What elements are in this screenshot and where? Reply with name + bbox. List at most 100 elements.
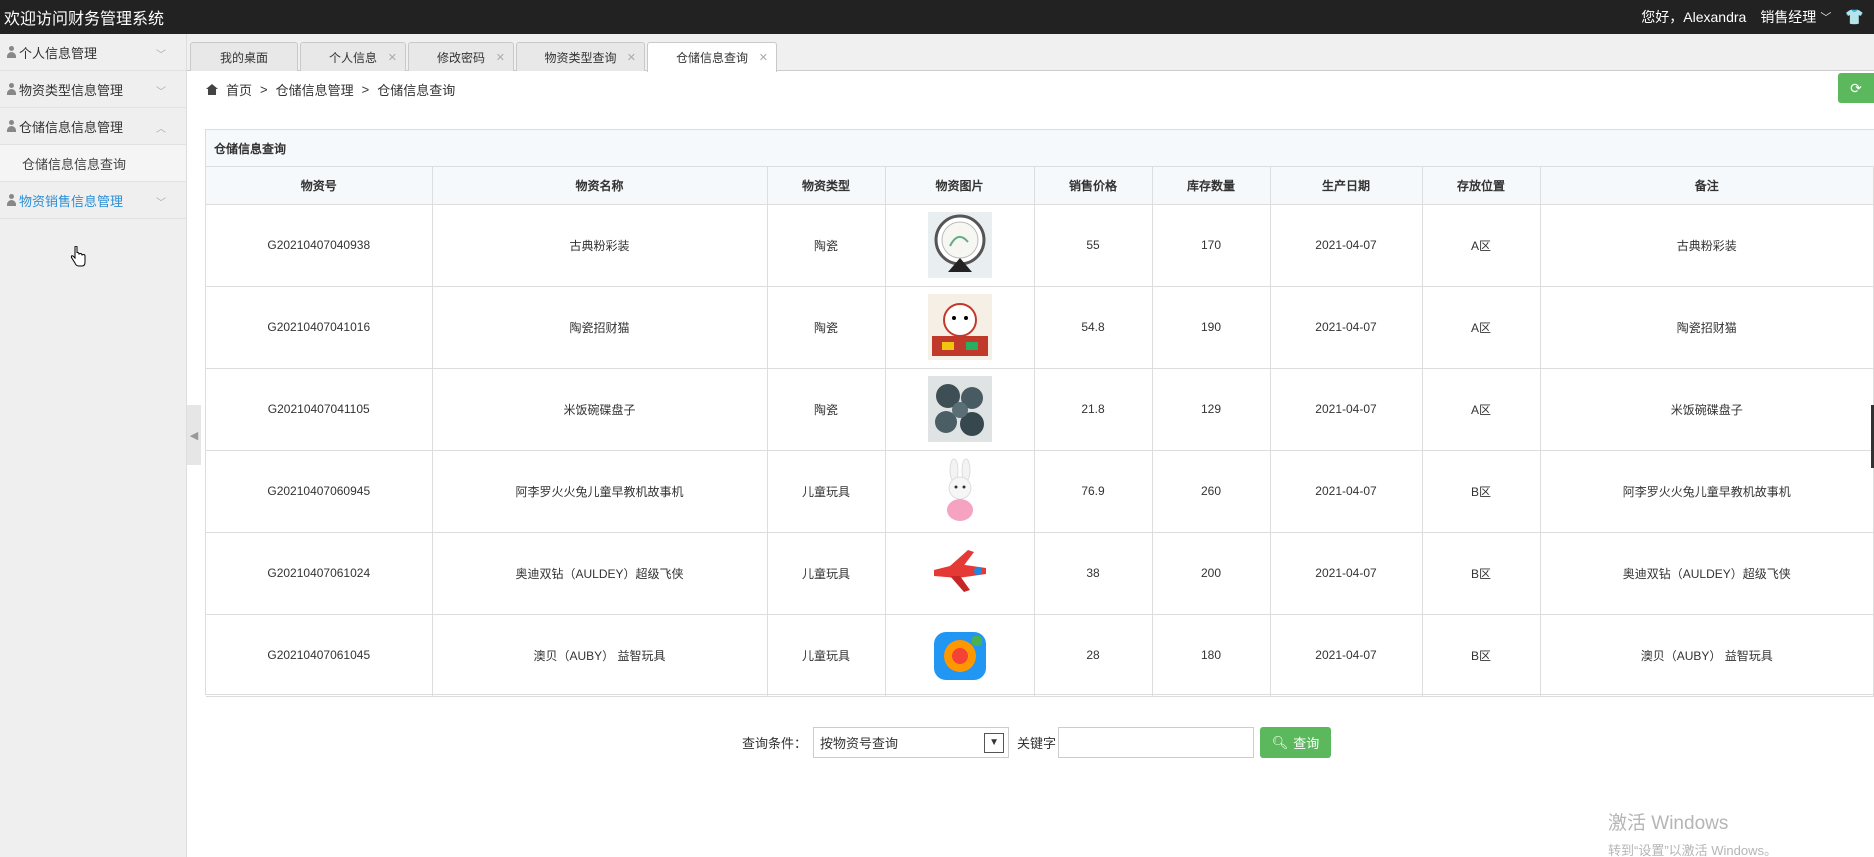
- cell-location: A区: [1421, 285, 1541, 369]
- bowls-thumbnail[interactable]: [927, 376, 992, 442]
- sidebar-item-storage[interactable]: 仓储信息信息管理 ︿: [0, 108, 186, 145]
- close-icon[interactable]: ✕: [388, 51, 397, 64]
- cell-price: 76.9: [1033, 449, 1153, 533]
- hand-cursor-icon: [70, 246, 86, 267]
- cell-id: G20210407041016: [206, 285, 433, 369]
- tab-label: 我的桌面: [219, 50, 268, 65]
- shirt-icon[interactable]: 👕: [1845, 8, 1864, 26]
- tab-storage-query[interactable]: 仓储信息查询 ✕: [647, 42, 777, 72]
- search-icon: 🔍︎: [1271, 734, 1289, 750]
- tab-desktop[interactable]: 我的桌面: [190, 42, 298, 71]
- cell-date: 2021-04-07: [1269, 367, 1423, 451]
- lucky-cat-thumbnail[interactable]: [927, 294, 992, 360]
- chevron-down-icon: ﹀: [156, 87, 166, 98]
- plate-thumbnail[interactable]: [927, 212, 992, 278]
- cell-date: 2021-04-07: [1269, 285, 1423, 369]
- column-header: 物资号: [206, 167, 433, 205]
- tab-label: 物资类型查询: [544, 50, 617, 65]
- tab-label: 个人信息: [328, 50, 377, 65]
- app-title: 欢迎访问财务管理系统: [4, 11, 165, 28]
- cell-id: G20210407061045: [206, 613, 433, 697]
- cell-name: 古典粉彩装: [431, 203, 768, 287]
- cell-note: 阿李罗火火兔儿童早教机故事机: [1539, 449, 1874, 533]
- cell-note: 米饭碗碟盘子: [1539, 367, 1874, 451]
- sidebar: 个人信息管理 ﹀ 物资类型信息管理 ﹀ 仓储信息信息管理 ︿ 仓储信息信息查询 …: [0, 34, 187, 857]
- home-icon: [206, 84, 218, 95]
- top-bar: 欢迎访问财务管理系统 您好，Alexandra 销售经理 ﹀ 👕: [0, 0, 1874, 34]
- refresh-icon: ⟳: [1850, 79, 1862, 96]
- tab-personal-info[interactable]: 个人信息 ✕: [300, 42, 406, 71]
- column-header: 物资类型: [766, 167, 886, 205]
- column-header: 备注: [1539, 167, 1874, 205]
- cell-note: 古典粉彩装: [1539, 203, 1874, 287]
- column-header: 生产日期: [1269, 167, 1423, 205]
- table-row: G20210407041105 米饭碗碟盘子 陶瓷 21.8 129 2021-…: [206, 367, 1874, 451]
- tab-change-password[interactable]: 修改密码 ✕: [408, 42, 514, 71]
- windows-activation-watermark: 激活 Windows 转到“设置”以激活 Windows。: [1608, 808, 1777, 857]
- cell-image: [884, 203, 1035, 287]
- column-header: 存放位置: [1421, 167, 1541, 205]
- close-icon[interactable]: ✕: [759, 51, 768, 64]
- user-icon: [6, 120, 17, 132]
- table-header-row: 物资号 物资名称 物资类型 物资图片 销售价格 库存数量 生产日期 存放位置 备…: [206, 167, 1874, 205]
- cell-note: 陶瓷招财猫: [1539, 285, 1874, 369]
- cell-stock: 170: [1151, 203, 1271, 287]
- sidebar-collapse-handle[interactable]: ◀: [187, 405, 201, 465]
- sidebar-item-label: 物资销售信息管理: [19, 193, 124, 209]
- puzzle-toy-thumbnail[interactable]: [927, 622, 992, 688]
- sidebar-item-label: 个人信息管理: [19, 45, 98, 61]
- cell-stock: 180: [1151, 613, 1271, 697]
- search-button[interactable]: 🔍︎ 查询: [1260, 727, 1332, 758]
- refresh-button[interactable]: ⟳: [1838, 73, 1874, 103]
- table-row: G20210407041016 陶瓷招财猫 陶瓷 54.8 190 2021-0…: [206, 285, 1874, 369]
- cell-name: 陶瓷招财猫: [431, 285, 768, 369]
- tab-material-type-query[interactable]: 物资类型查询 ✕: [516, 42, 645, 71]
- sidebar-item-material-type[interactable]: 物资类型信息管理 ﹀: [0, 71, 186, 108]
- cell-date: 2021-04-07: [1269, 449, 1423, 533]
- toy-plane-thumbnail[interactable]: [927, 540, 992, 606]
- cell-location: A区: [1421, 203, 1541, 287]
- storage-table: 物资号 物资名称 物资类型 物资图片 销售价格 库存数量 生产日期 存放位置 备…: [206, 167, 1874, 697]
- breadcrumb-level2: 仓储信息查询: [377, 83, 456, 98]
- cell-name: 米饭碗碟盘子: [431, 367, 768, 451]
- cell-type: 儿童玩具: [766, 449, 886, 533]
- panel-title: 仓储信息查询: [206, 130, 1874, 167]
- user-icon: [6, 83, 17, 95]
- rabbit-thumbnail[interactable]: [927, 458, 992, 524]
- breadcrumb-separator: >: [260, 82, 268, 97]
- cell-type: 儿童玩具: [766, 613, 886, 697]
- breadcrumb-separator: >: [361, 82, 370, 97]
- cell-id: G20210407061024: [206, 531, 433, 615]
- cell-image: [884, 531, 1035, 615]
- role-dropdown[interactable]: 销售经理 ﹀: [1760, 7, 1831, 27]
- column-header: 物资名称: [431, 167, 768, 205]
- close-icon[interactable]: ✕: [496, 51, 505, 64]
- keyword-label: 关键字: [1017, 736, 1057, 751]
- sidebar-subitem-storage-query[interactable]: 仓储信息信息查询: [0, 145, 186, 182]
- tab-label: 仓储信息查询: [675, 51, 748, 65]
- breadcrumb-level1[interactable]: 仓储信息管理: [276, 80, 354, 99]
- cell-price: 54.8: [1033, 285, 1153, 369]
- cell-type: 陶瓷: [766, 367, 886, 451]
- cell-name: 澳贝（AUBY） 益智玩具: [431, 613, 768, 697]
- close-icon[interactable]: ✕: [627, 51, 636, 64]
- cell-id: G20210407060945: [206, 449, 433, 533]
- keyword-input[interactable]: [1058, 727, 1255, 758]
- search-button-label: 查询: [1293, 736, 1320, 751]
- cell-image: [884, 367, 1035, 451]
- table-row: G20210407040938 古典粉彩装 陶瓷 55 170 2021-04-…: [206, 203, 1874, 287]
- chevron-down-icon: ﹀: [156, 198, 166, 209]
- condition-select[interactable]: 按物资号查询 ▼: [813, 727, 1010, 758]
- tab-label: 修改密码: [436, 50, 485, 65]
- sidebar-item-sales[interactable]: 物资销售信息管理 ﹀: [0, 182, 186, 219]
- cell-price: 28: [1033, 613, 1153, 697]
- condition-label: 查询条件：: [742, 736, 808, 751]
- cell-stock: 260: [1151, 449, 1271, 533]
- cell-location: B区: [1421, 449, 1541, 533]
- sidebar-item-personal[interactable]: 个人信息管理 ﹀: [0, 34, 186, 71]
- watermark-line1: 激活 Windows: [1608, 813, 1729, 834]
- cell-image: [884, 449, 1035, 533]
- cell-price: 55: [1033, 203, 1153, 287]
- column-header: 库存数量: [1151, 167, 1271, 205]
- breadcrumb-home[interactable]: 首页: [226, 80, 252, 99]
